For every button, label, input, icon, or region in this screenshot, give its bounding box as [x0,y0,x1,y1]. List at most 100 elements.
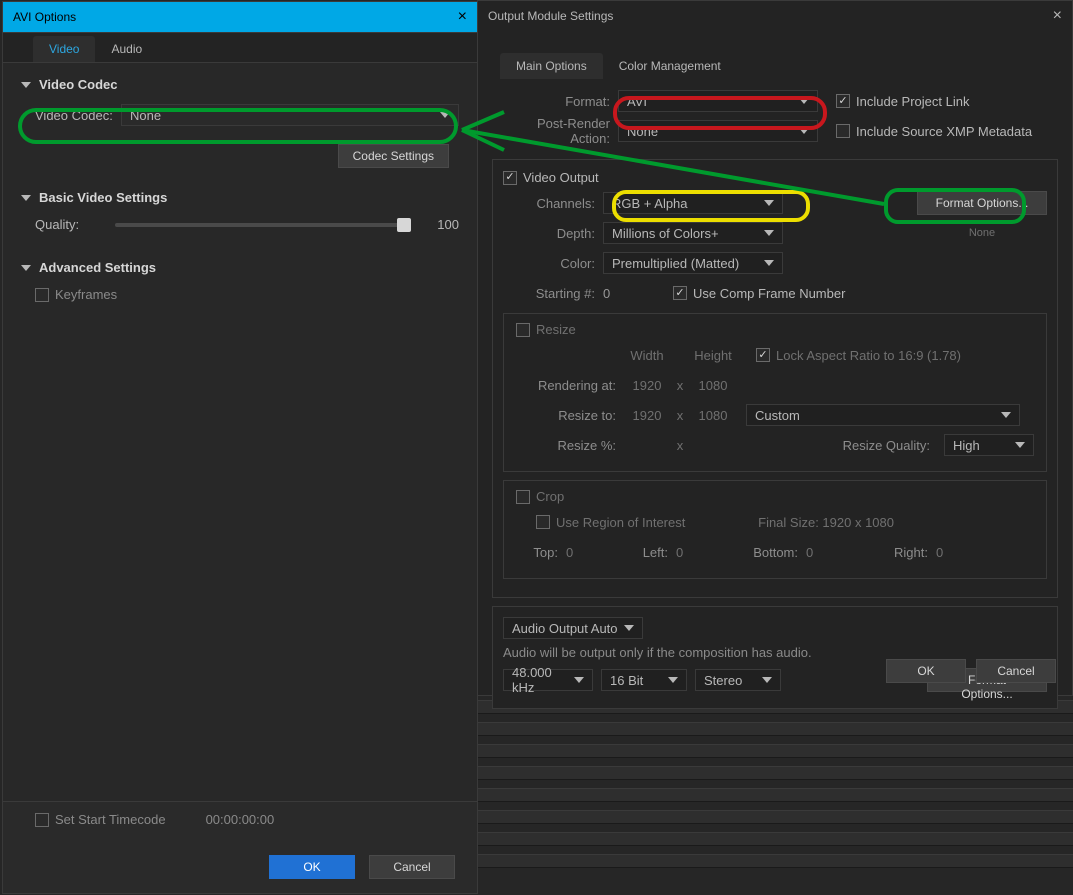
use-roi: Use Region of Interest [556,515,685,530]
checkbox-icon[interactable] [516,323,530,337]
set-start-timecode-label: Set Start Timecode [55,812,166,827]
crop-panel: Crop Use Region of Interest Final Size: … [503,480,1047,579]
chevron-down-icon [440,112,450,118]
checkbox-icon[interactable] [673,286,687,300]
chevron-down-icon [1001,412,1011,418]
color-label: Color: [503,256,603,271]
post-render-value: None [627,124,658,139]
set-start-timecode-checkbox[interactable] [35,813,49,827]
codec-settings-button[interactable]: Codec Settings [338,144,449,168]
crop-right-label: Right: [836,545,936,560]
chevron-down-icon [762,677,772,683]
audio-channels-select[interactable]: Stereo [695,669,781,691]
x-label: x [670,378,690,393]
resize-w: 1920 [624,408,670,423]
bg-line [478,810,1073,824]
chevron-down-icon [21,265,31,271]
video-output-checkbox[interactable]: Video Output [503,170,1047,185]
crop-bottom-value[interactable]: 0 [806,545,836,560]
checkbox-icon[interactable] [836,94,850,108]
crop-top-value[interactable]: 0 [566,545,596,560]
audio-note: Audio will be output only if the composi… [503,645,1047,660]
video-codec-header[interactable]: Video Codec [3,69,477,100]
checkbox-icon[interactable] [516,490,530,504]
checkbox-icon[interactable] [756,348,770,362]
video-codec-select[interactable]: None [121,104,459,126]
resize-quality-label: Resize Quality: [843,438,938,453]
bg-line [478,766,1073,780]
format-select[interactable]: AVI [618,90,818,112]
channels-value: RGB + Alpha [612,196,688,211]
audio-output-mode[interactable]: Audio Output Auto [503,617,643,639]
slider-thumb[interactable] [397,218,411,232]
resize-preset-select[interactable]: Custom [746,404,1020,426]
close-icon[interactable]: × [458,8,467,26]
advanced-settings-header[interactable]: Advanced Settings [3,252,477,283]
bg-line [478,788,1073,802]
rendering-h: 1080 [690,378,736,393]
chevron-down-icon [799,128,809,134]
checkbox-icon[interactable] [536,515,550,529]
depth-select[interactable]: Millions of Colors+ [603,222,783,244]
chevron-down-icon [799,98,809,104]
audio-rate-select[interactable]: 48.000 kHz [503,669,593,691]
checkbox-icon[interactable] [503,171,517,185]
chevron-down-icon [764,230,774,236]
resize-panel: Resize Width Height Lock Aspect Ratio to… [503,313,1047,472]
resize-quality-select[interactable]: High [944,434,1034,456]
crop-right-value[interactable]: 0 [936,545,966,560]
resize-checkbox[interactable]: Resize [516,322,1034,337]
chevron-down-icon [668,677,678,683]
resize-pct-label: Resize %: [516,438,624,453]
tab-audio[interactable]: Audio [95,36,158,62]
avi-titlebar[interactable]: AVI Options × [3,2,477,32]
crop-left-label: Left: [596,545,676,560]
oms-ok-button[interactable]: OK [886,659,966,683]
oms-cancel-button[interactable]: Cancel [976,659,1056,683]
crop-left-value[interactable]: 0 [676,545,706,560]
quality-value[interactable]: 100 [419,217,459,232]
basic-video-settings-header[interactable]: Basic Video Settings [3,182,477,213]
keyframes-checkbox[interactable] [35,288,49,302]
crop-bottom-label: Bottom: [706,545,806,560]
include-xmp[interactable]: Include Source XMP Metadata [836,124,1032,139]
video-codec-label: Video Codec: [35,108,121,123]
starting-label: Starting #: [503,286,603,301]
timecode-value: 00:00:00:00 [206,812,275,827]
tab-color-management[interactable]: Color Management [603,53,737,79]
format-value: AVI [627,94,647,109]
crop-top-label: Top: [516,545,566,560]
color-select[interactable]: Premultiplied (Matted) [603,252,783,274]
avi-ok-button[interactable]: OK [269,855,355,879]
bg-line [478,722,1073,736]
resize-to-label: Resize to: [516,408,624,423]
output-module-settings-window: Output Module Settings × Main Options Co… [477,0,1073,696]
x-label: x [670,408,690,423]
starting-value[interactable]: 0 [603,286,643,301]
format-options-button[interactable]: Format Options... [917,191,1047,215]
audio-depth-select[interactable]: 16 Bit [601,669,687,691]
channels-select[interactable]: RGB + Alpha [603,192,783,214]
lock-aspect[interactable]: Lock Aspect Ratio to 16:9 (1.78) [756,348,961,363]
rendering-at-label: Rendering at: [516,378,624,393]
checkbox-icon[interactable] [836,124,850,138]
chevron-down-icon [624,625,634,631]
chevron-down-icon [21,195,31,201]
tab-video[interactable]: Video [33,36,95,62]
oms-titlebar[interactable]: Output Module Settings × [478,1,1072,31]
tab-main-options[interactable]: Main Options [500,53,603,79]
quality-slider[interactable] [115,223,409,227]
post-render-select[interactable]: None [618,120,818,142]
chevron-down-icon [1015,442,1025,448]
color-value: Premultiplied (Matted) [612,256,739,271]
crop-checkbox[interactable]: Crop [516,489,1034,504]
video-codec-value: None [130,108,161,123]
quality-label: Quality: [35,217,105,232]
bg-line [478,744,1073,758]
oms-title: Output Module Settings [488,9,613,23]
close-icon[interactable]: × [1053,7,1062,25]
avi-cancel-button[interactable]: Cancel [369,855,455,879]
include-project-link[interactable]: Include Project Link [836,94,969,109]
width-header: Width [624,348,670,363]
use-comp-frame-number[interactable]: Use Comp Frame Number [673,286,845,301]
